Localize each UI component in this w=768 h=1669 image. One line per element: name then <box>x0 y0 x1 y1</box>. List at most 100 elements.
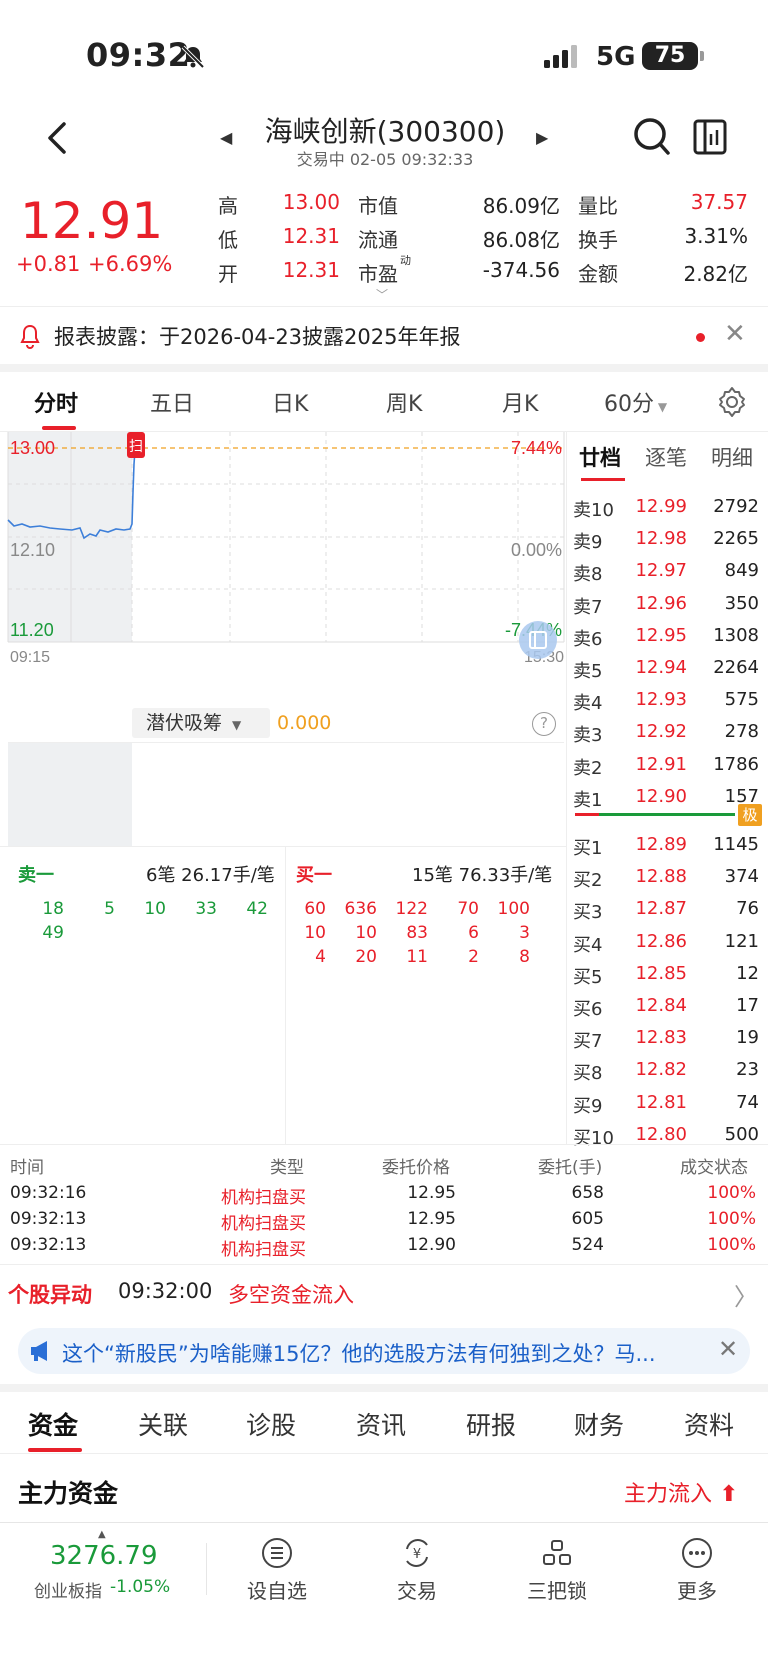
buy-level-row[interactable]: 买7 12.83 19 <box>567 1023 768 1055</box>
tab-funds[interactable]: 资金 <box>28 1406 78 1442</box>
level-label: 卖1 <box>573 789 603 811</box>
tab-intraday[interactable]: 分时 <box>34 386 78 418</box>
level-label: 买6 <box>573 999 603 1020</box>
level-volume: 23 <box>736 1059 759 1081</box>
buy-level-row[interactable]: 买4 12.86 121 <box>567 927 768 959</box>
sell-level-row[interactable]: 卖8 12.97 849 <box>567 556 768 588</box>
y-axis-low: 11.20 <box>10 620 54 640</box>
three-locks-button[interactable]: 三把锁 <box>512 1537 602 1604</box>
next-stock-arrow-icon[interactable]: ▶ <box>536 128 548 147</box>
level-label: 卖8 <box>573 564 603 586</box>
sell-level-row[interactable]: 卖5 12.94 2264 <box>567 653 768 685</box>
intraday-chart[interactable]: 扫 13.00 12.10 11.20 7.44% 0.00% -7.44% 0… <box>0 432 566 682</box>
sell-level-row[interactable]: 卖3 12.92 278 <box>567 717 768 749</box>
table-cell: 机构扫盘买 <box>221 1188 306 1208</box>
button-label: 更多 <box>677 1579 717 1603</box>
level-label: 买2 <box>573 870 603 892</box>
level-label: 买9 <box>573 1095 603 1117</box>
tab-news[interactable]: 资讯 <box>356 1406 406 1442</box>
buy-queue-order: 2 <box>468 947 479 967</box>
news-banner[interactable]: 这个“新股民”为啥能赚15亿？他的选股方法有何独到之处？马... ✕ <box>18 1328 750 1374</box>
table-cell: 12.90 <box>407 1235 456 1255</box>
sell-level-row[interactable]: 卖4 12.93 575 <box>567 685 768 717</box>
stat-label: 低 <box>218 228 238 252</box>
landscape-icon[interactable] <box>518 620 558 660</box>
report-notice-bar[interactable]: 报表披露：于2026-04-23披露2025年年报 ✕ <box>0 306 768 364</box>
tab-research[interactable]: 研报 <box>466 1406 516 1442</box>
buy-level-row[interactable]: 买9 12.81 74 <box>567 1088 768 1120</box>
sell-level-row[interactable]: 卖2 12.91 1786 <box>567 750 768 782</box>
table-cell: 机构扫盘买 <box>221 1214 306 1234</box>
buy-level-row[interactable]: 买6 12.84 17 <box>567 991 768 1023</box>
buy-queue-order: 636 <box>344 899 377 919</box>
index-value[interactable]: 3276.79 <box>50 1541 158 1571</box>
stock-alert-row[interactable]: 个股异动 09:32:00 多空资金流入 〉 <box>0 1264 768 1320</box>
trade-button[interactable]: ¥ 交易 <box>372 1537 462 1604</box>
close-icon[interactable]: ✕ <box>718 1335 738 1363</box>
buy-level-row[interactable]: 买1 12.89 1145 <box>567 830 768 862</box>
gear-icon[interactable] <box>716 386 748 418</box>
table-cell: 524 <box>571 1235 604 1255</box>
buy-queue-order: 83 <box>406 923 428 943</box>
tab-monthly-k[interactable]: 月K <box>502 386 538 418</box>
buy-level-row[interactable]: 买3 12.87 76 <box>567 894 768 926</box>
trading-status: 交易中 02-05 09:32:33 <box>296 150 474 169</box>
stat-label: 流通 <box>358 228 398 252</box>
button-label: 三把锁 <box>527 1579 587 1603</box>
close-icon[interactable]: ✕ <box>724 319 746 349</box>
pre-market-shade <box>8 743 132 847</box>
level-price: 12.95 <box>635 624 687 646</box>
active-tab-underline <box>28 1448 82 1452</box>
tab-financials[interactable]: 财务 <box>574 1406 624 1442</box>
tab-daily-k[interactable]: 日K <box>272 386 308 418</box>
button-label: 交易 <box>397 1579 437 1603</box>
tab-diagnosis[interactable]: 诊股 <box>246 1406 296 1442</box>
tab-60min[interactable]: 60分 ▼ <box>604 386 667 418</box>
more-button[interactable]: 更多 <box>652 1537 742 1604</box>
sell-level-row[interactable]: 卖7 12.96 350 <box>567 589 768 621</box>
add-watchlist-button[interactable]: 设自选 <box>232 1537 322 1604</box>
column-header: 委托价格 <box>382 1158 450 1178</box>
level-volume: 500 <box>724 1123 759 1145</box>
tab-weekly-k[interactable]: 周K <box>386 386 422 418</box>
sell-queue-info: 6笔 26.17手/笔 <box>146 865 275 886</box>
help-icon[interactable]: ? <box>532 712 556 736</box>
sell-queue-order: 33 <box>195 899 217 919</box>
level-label: 卖3 <box>573 725 603 747</box>
expand-chevron-icon[interactable]: ﹀ <box>376 286 388 303</box>
level-price: 12.84 <box>635 995 687 1016</box>
dropdown-caret-icon: ▼ <box>232 718 242 732</box>
search-icon[interactable] <box>632 116 672 158</box>
level-price: 12.82 <box>635 1059 687 1081</box>
stat-label: 高 <box>218 194 238 218</box>
buy-level-row[interactable]: 买2 12.88 374 <box>567 862 768 894</box>
locks-icon <box>543 1540 571 1565</box>
large-orders-table[interactable]: 时间 类型 委托价格 委托(手) 成交状态 09:32:16 机构扫盘买 12.95… <box>0 1144 768 1264</box>
level-volume: 76 <box>736 898 759 920</box>
sell-level-row[interactable]: 卖10 12.99 2792 <box>567 492 768 524</box>
tab-twenty-levels[interactable]: 廿档 <box>579 442 621 472</box>
active-tab-underline <box>42 426 76 430</box>
level-label: 买1 <box>573 838 603 859</box>
tab-related[interactable]: 关联 <box>138 1406 188 1442</box>
chart-period-tabs: 分时 五日 日K 周K 月K 60分 ▼ <box>0 372 768 432</box>
level-price: 12.90 <box>635 785 687 807</box>
tab-profile[interactable]: 资料 <box>684 1406 734 1442</box>
sell-level-row[interactable]: 卖6 12.95 1308 <box>567 621 768 653</box>
indicator-select[interactable]: 潜伏吸筹 ▼ <box>132 708 270 738</box>
table-cell: 12.95 <box>407 1183 456 1203</box>
sell-level-row[interactable]: 卖9 12.98 2265 <box>567 524 768 556</box>
stat-label: 金额 <box>578 262 618 286</box>
tab-detail[interactable]: 明细 <box>711 442 753 472</box>
stat-label: 量比 <box>578 194 618 218</box>
tab-tick-by-tick[interactable]: 逐笔 <box>645 442 687 472</box>
buy-level-row[interactable]: 买5 12.85 12 <box>567 959 768 991</box>
level-label: 买8 <box>573 1063 603 1085</box>
table-cell: 100% <box>707 1183 756 1203</box>
back-arrow-icon[interactable] <box>40 118 74 158</box>
buy-level-row[interactable]: 买8 12.82 23 <box>567 1055 768 1087</box>
price-change-pct: +6.69% <box>88 252 173 276</box>
share-icon[interactable] <box>692 118 728 156</box>
alert-title: 个股异动 <box>8 1283 92 1307</box>
tab-five-day[interactable]: 五日 <box>150 386 194 418</box>
